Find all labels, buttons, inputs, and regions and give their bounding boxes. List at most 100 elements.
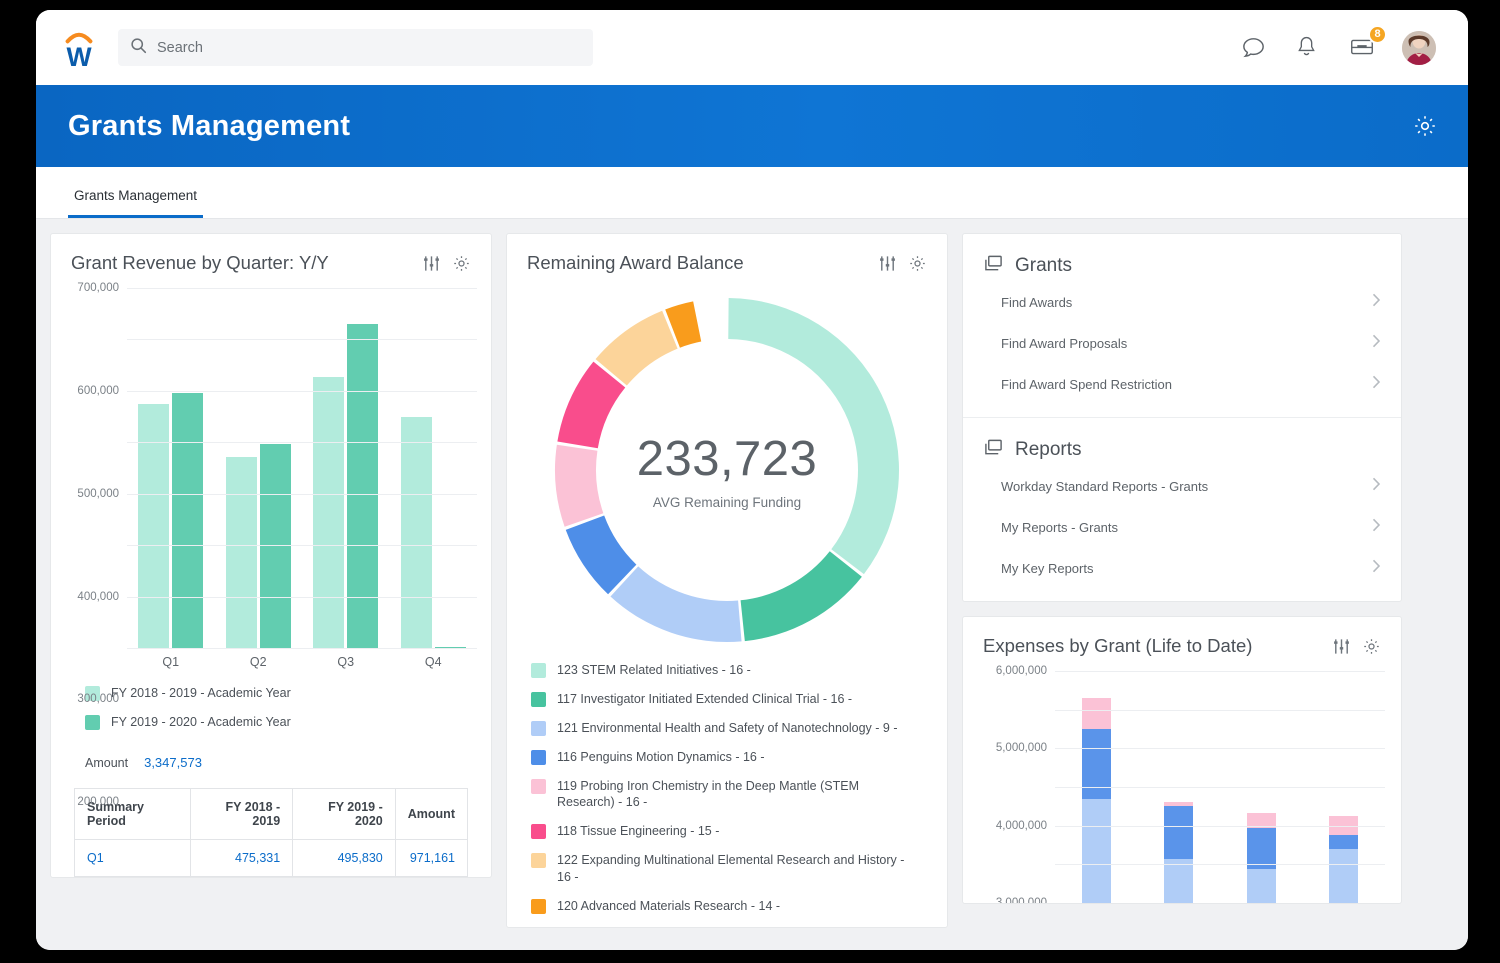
card-header: Remaining Award Balance <box>507 234 947 282</box>
bar-segment[interactable] <box>1082 698 1111 729</box>
chart-bars <box>127 288 477 648</box>
legend-swatch <box>531 824 546 839</box>
bar[interactable] <box>260 444 291 648</box>
legend-item[interactable]: 121 Environmental Health and Safety of N… <box>531 720 947 737</box>
legend-item[interactable]: 119 Probing Iron Chemistry in the Deep M… <box>531 778 947 812</box>
bar[interactable] <box>313 377 344 648</box>
gridline: 6,000,000 <box>1055 671 1385 672</box>
page-banner: Grants Management <box>36 85 1468 167</box>
legend-item[interactable]: 118 Tissue Engineering - 15 - <box>531 823 947 840</box>
amount-label: Amount <box>85 756 128 770</box>
nav-item[interactable]: Find Award Spend Restriction <box>963 364 1401 405</box>
bar[interactable] <box>347 324 378 648</box>
windows-icon <box>983 438 1004 462</box>
nav-section: GrantsFind AwardsFind Award ProposalsFin… <box>963 234 1401 417</box>
windows-icon <box>983 254 1004 278</box>
y-axis-tick: 5,000,000 <box>996 742 1047 754</box>
card-header-actions <box>878 254 927 273</box>
legend-item[interactable]: 117 Investigator Initiated Extended Clin… <box>531 691 947 708</box>
chevron-right-icon <box>1372 518 1381 537</box>
table-cell[interactable]: 495,830 <box>293 839 396 876</box>
card-header: Expenses by Grant (Life to Date) <box>963 617 1401 665</box>
legend-label: FY 2019 - 2020 - Academic Year <box>111 714 291 731</box>
nav-item[interactable]: Find Awards <box>963 282 1401 323</box>
amount-value[interactable]: 3,347,573 <box>144 755 202 770</box>
nav-item[interactable]: Find Award Proposals <box>963 323 1401 364</box>
table-cell[interactable]: 475,331 <box>190 839 293 876</box>
bar-segment[interactable] <box>1247 828 1276 869</box>
tab-grants-management[interactable]: Grants Management <box>68 188 203 218</box>
card-header-actions <box>1332 637 1381 656</box>
nav-item[interactable]: Workday Standard Reports - Grants <box>963 466 1401 507</box>
card-title: Expenses by Grant (Life to Date) <box>983 635 1252 657</box>
chart-x-axis: Q1Q2Q3Q4 <box>127 655 477 669</box>
table-body: Q1475,331495,830971,161 <box>75 839 468 876</box>
search-input[interactable] <box>157 40 581 56</box>
card-title: Remaining Award Balance <box>527 252 744 274</box>
donut-center: 233,723 AVG Remaining Funding <box>553 296 901 644</box>
y-axis-tick: 4,000,000 <box>996 820 1047 832</box>
nav-item[interactable]: My Reports - Grants <box>963 507 1401 548</box>
legend-swatch <box>85 715 100 730</box>
stacked-bar[interactable] <box>1082 698 1111 903</box>
legend-item[interactable]: 123 STEM Related Initiatives - 16 - <box>531 662 947 679</box>
bar[interactable] <box>401 417 432 648</box>
inbox-badge: 8 <box>1368 25 1387 44</box>
stacked-bar[interactable] <box>1329 816 1358 903</box>
bar-group <box>302 288 390 648</box>
gear-icon[interactable] <box>908 254 927 273</box>
card-remaining-award-balance: Remaining Award Balance <box>506 233 948 928</box>
gear-icon[interactable] <box>1362 637 1381 656</box>
table-column-header: Amount <box>395 788 467 839</box>
table-cell[interactable]: Q1 <box>75 839 191 876</box>
browser-window: W <box>36 10 1468 950</box>
search-box[interactable] <box>118 29 593 66</box>
inbox-icon[interactable]: 8 <box>1348 34 1376 62</box>
legend-item[interactable]: FY 2019 - 2020 - Academic Year <box>85 714 491 731</box>
legend-item[interactable]: 120 Advanced Materials Research - 14 - <box>531 898 947 915</box>
bar[interactable] <box>138 404 169 648</box>
bar-segment[interactable] <box>1247 869 1276 903</box>
legend-item[interactable]: 122 Expanding Multinational Elemental Re… <box>531 852 947 886</box>
gear-icon[interactable] <box>452 254 471 273</box>
legend-label: 118 Tissue Engineering - 15 - <box>557 823 719 840</box>
legend-swatch <box>531 779 546 794</box>
avatar[interactable] <box>1402 31 1436 65</box>
legend-label: 116 Penguins Motion Dynamics - 16 - <box>557 749 765 766</box>
banner-gear-icon[interactable] <box>1412 113 1438 139</box>
bar-segment[interactable] <box>1164 859 1193 903</box>
sliders-icon[interactable] <box>422 254 441 273</box>
nav-section: ReportsWorkday Standard Reports - Grants… <box>963 417 1401 601</box>
x-axis-label: Q3 <box>302 655 390 669</box>
y-axis-tick: 6,000,000 <box>996 665 1047 677</box>
bar-segment[interactable] <box>1082 799 1111 903</box>
bar[interactable] <box>172 393 203 648</box>
stacked-bar[interactable] <box>1164 802 1193 903</box>
nav-item[interactable]: My Key Reports <box>963 548 1401 589</box>
sliders-icon[interactable] <box>878 254 897 273</box>
bar-segment[interactable] <box>1164 806 1193 859</box>
y-axis-tick: 200,000 <box>77 796 119 808</box>
dashboard-grid: Grant Revenue by Quarter: Y/Y <box>36 219 1468 950</box>
tab-label: Grants Management <box>74 188 197 203</box>
bell-icon[interactable] <box>1294 34 1322 62</box>
bar-segment[interactable] <box>1082 729 1111 799</box>
column-left: Grant Revenue by Quarter: Y/Y <box>50 233 492 950</box>
legend-item[interactable]: 116 Penguins Motion Dynamics - 16 - <box>531 749 947 766</box>
bar[interactable] <box>226 457 257 648</box>
donut-legend: 123 STEM Related Initiatives - 16 - 117 I… <box>507 644 947 915</box>
bar-segment[interactable] <box>1329 835 1358 849</box>
card-header-actions <box>422 254 471 273</box>
table-row: Q1475,331495,830971,161 <box>75 839 468 876</box>
y-axis-tick: 500,000 <box>77 488 119 500</box>
chat-icon[interactable] <box>1240 34 1268 62</box>
gridline: 200,000 <box>127 545 477 546</box>
gridline: 400,000 <box>127 442 477 443</box>
bar-segment[interactable] <box>1329 849 1358 903</box>
card-grant-revenue: Grant Revenue by Quarter: Y/Y <box>50 233 492 878</box>
table-cell[interactable]: 971,161 <box>395 839 467 876</box>
sliders-icon[interactable] <box>1332 637 1351 656</box>
x-axis-label: Q2 <box>215 655 303 669</box>
workday-logo[interactable]: W <box>60 26 98 70</box>
legend-item[interactable]: FY 2018 - 2019 - Academic Year <box>85 685 491 702</box>
